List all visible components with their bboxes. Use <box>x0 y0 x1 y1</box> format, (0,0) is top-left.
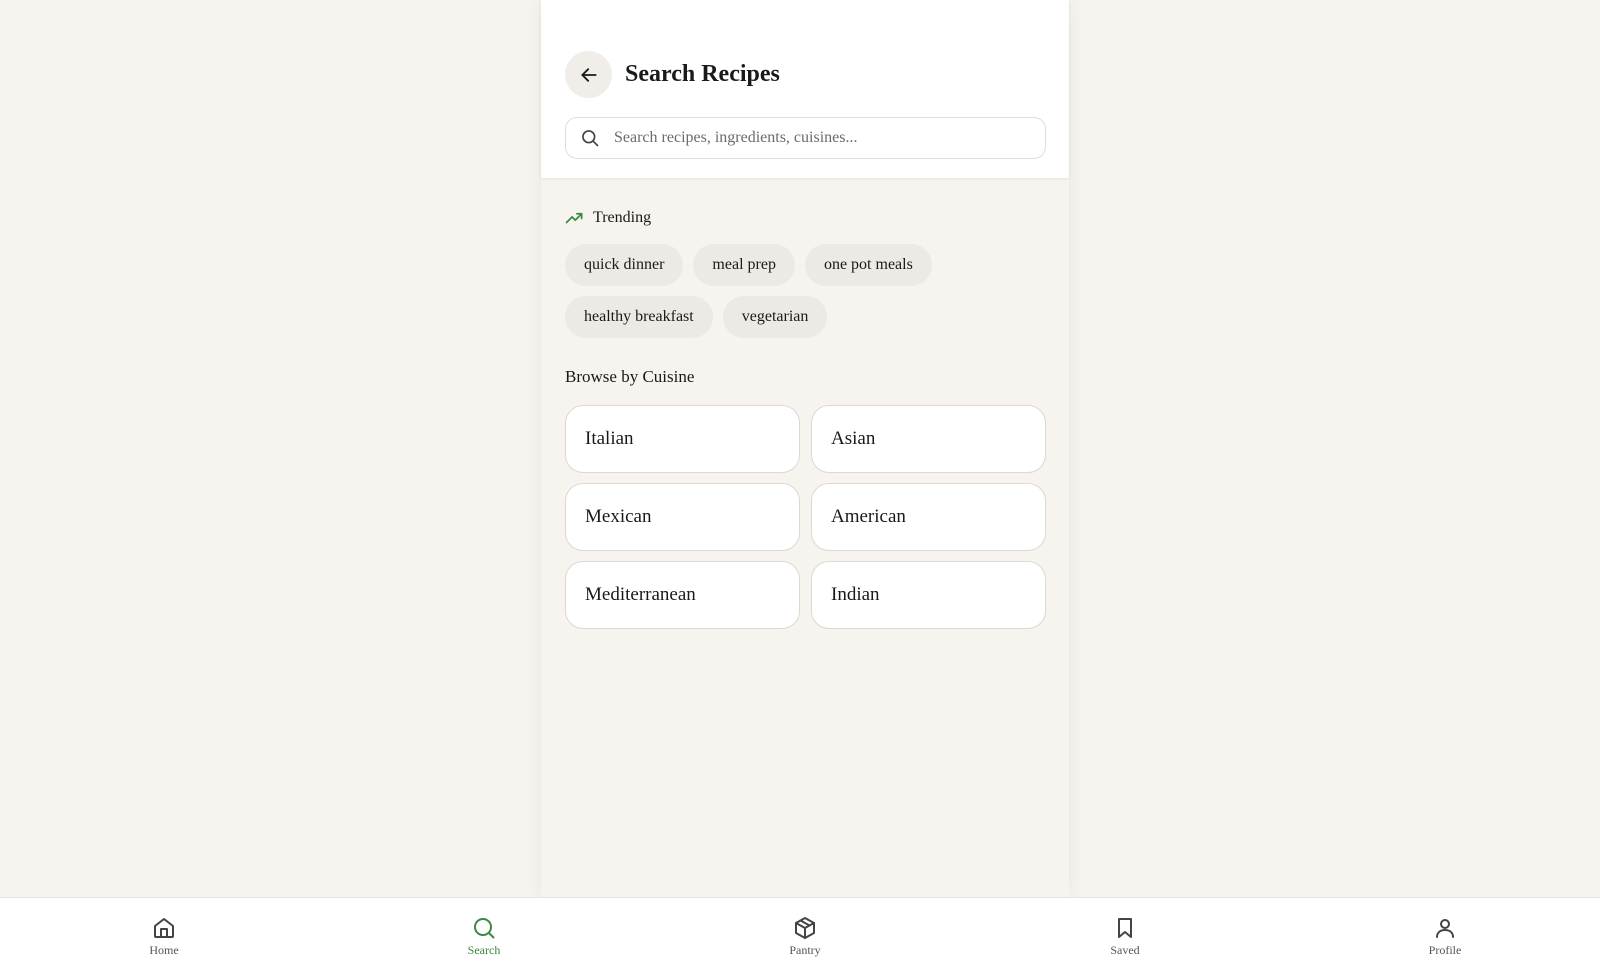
cuisine-card-mexican[interactable]: Mexican <box>565 483 800 551</box>
search-icon <box>474 918 495 939</box>
cuisine-card-indian[interactable]: Indian <box>811 561 1046 629</box>
trending-up-icon <box>565 212 583 223</box>
tab-search[interactable]: Search <box>444 916 524 958</box>
tab-profile[interactable]: Profile <box>1405 916 1485 958</box>
tab-label: Saved <box>1110 943 1140 957</box>
bookmark-icon <box>1118 918 1132 938</box>
browse-title: Browse by Cuisine <box>565 367 695 386</box>
home-icon <box>154 918 174 938</box>
cuisine-card-asian[interactable]: Asian <box>811 405 1046 473</box>
app-screen: Search Recipes Trending quick dinner mea… <box>541 0 1069 898</box>
tab-label: Search <box>467 943 501 957</box>
tab-label: Profile <box>1428 943 1462 957</box>
cuisine-card-mediterranean[interactable]: Mediterranean <box>565 561 800 629</box>
trending-chips: quick dinner meal prep one pot meals hea… <box>565 244 1055 348</box>
page-title: Search Recipes <box>625 61 780 87</box>
trending-label: Trending <box>593 209 652 226</box>
tab-label: Pantry <box>789 943 821 957</box>
tab-saved[interactable]: Saved <box>1085 916 1165 958</box>
trending-chip[interactable]: one pot meals <box>804 244 932 286</box>
trending-chip[interactable]: healthy breakfast <box>565 296 713 338</box>
user-icon <box>1436 919 1454 938</box>
trending-chip[interactable]: vegetarian <box>722 296 828 338</box>
cuisine-card-american[interactable]: American <box>811 483 1046 551</box>
header: Search Recipes <box>541 0 1069 178</box>
search-box[interactable] <box>565 117 1046 159</box>
tab-label: Home <box>149 943 179 957</box>
search-icon <box>580 128 600 148</box>
cuisine-card-italian[interactable]: Italian <box>565 405 800 473</box>
trending-header: Trending <box>565 207 651 229</box>
box-icon <box>795 917 815 939</box>
bottom-tab-bar: Home Search Pantry Saved Profile <box>0 897 1600 978</box>
arrow-left-icon <box>580 67 597 82</box>
tab-pantry[interactable]: Pantry <box>765 916 845 958</box>
trending-chip[interactable]: quick dinner <box>565 244 684 286</box>
cuisine-grid: Italian Asian Mexican American Mediterra… <box>565 405 1046 629</box>
trending-chip[interactable]: meal prep <box>693 244 795 286</box>
tab-home[interactable]: Home <box>124 916 204 958</box>
back-button[interactable] <box>565 51 612 98</box>
search-input[interactable] <box>614 129 1034 147</box>
